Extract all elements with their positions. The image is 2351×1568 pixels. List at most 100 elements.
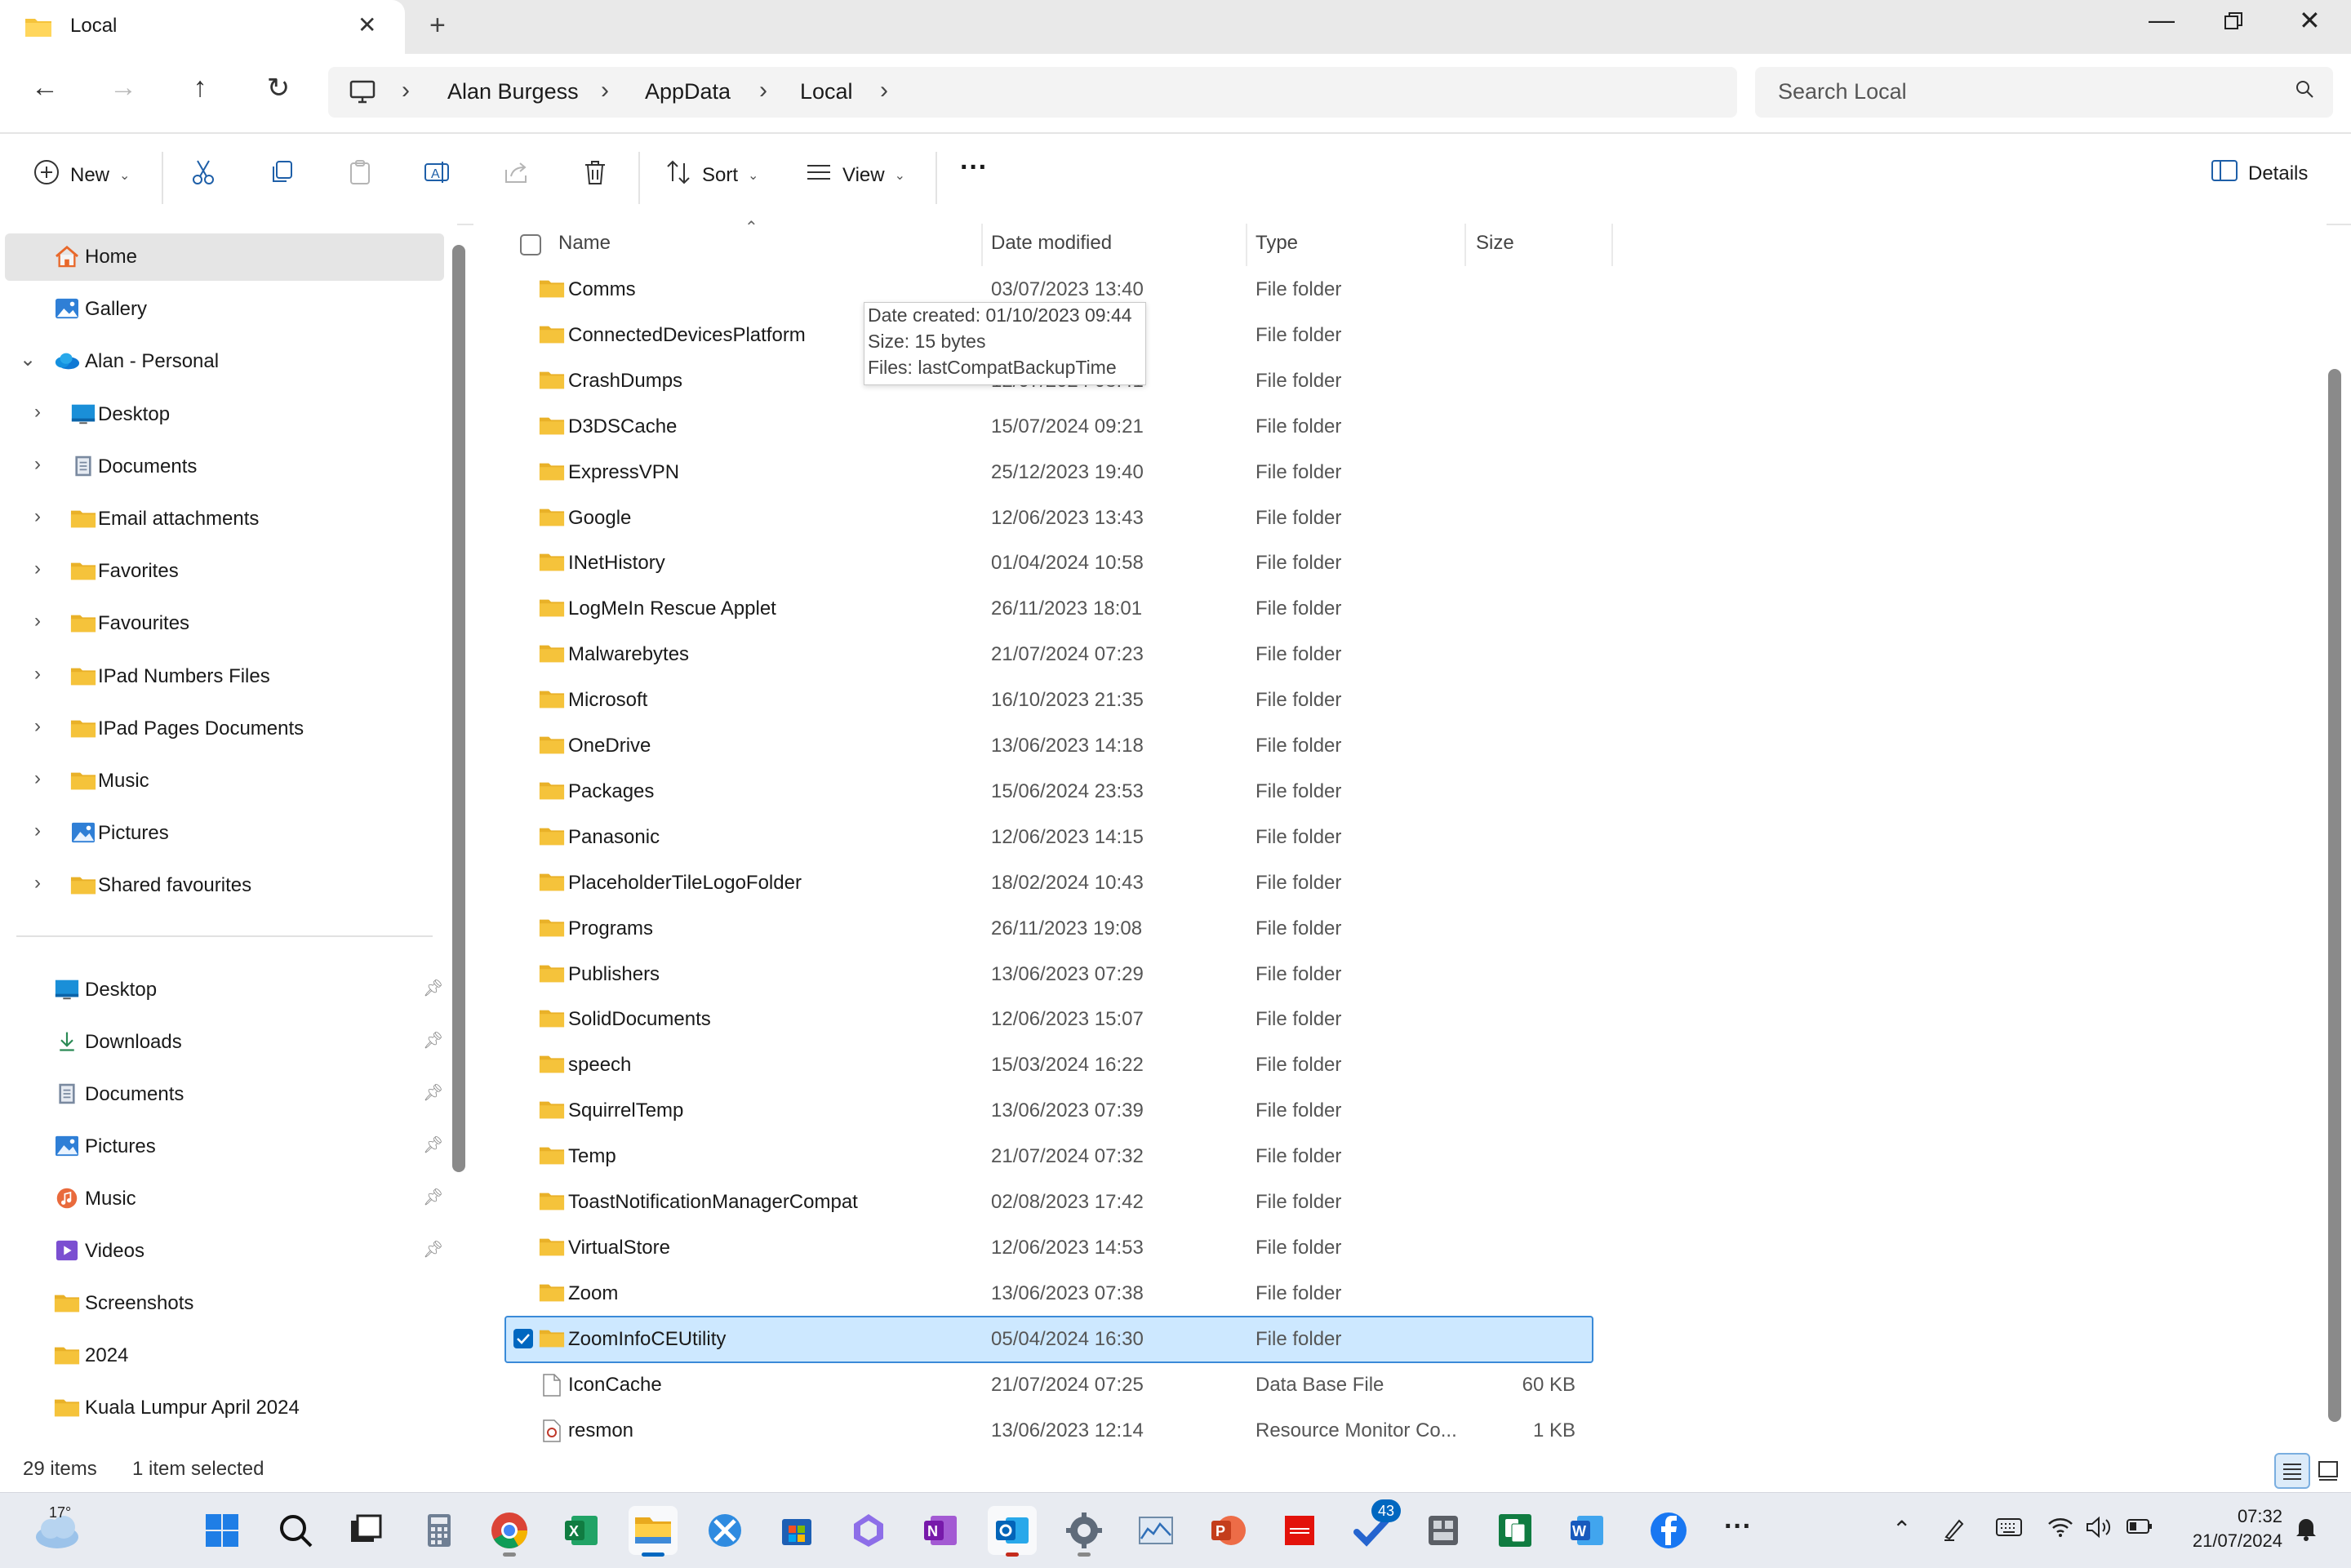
wifi-icon[interactable]	[2047, 1516, 2073, 1544]
column-divider[interactable]	[1464, 224, 1466, 266]
notification-bell-icon[interactable]	[2294, 1516, 2318, 1548]
pin-icon[interactable]: 📌︎	[423, 1082, 443, 1103]
battery-icon[interactable]	[2126, 1516, 2153, 1542]
sidebar-item-documents[interactable]: › Documents	[5, 443, 444, 491]
quick-access-kuala-lumpur-april-2024[interactable]: Kuala Lumpur April 2024	[5, 1384, 444, 1432]
more-apps-button[interactable]: ···	[1716, 1506, 1765, 1555]
chevron-right-icon[interactable]: ›	[34, 505, 41, 528]
file-row[interactable]: Programs 26/11/2023 19:08 File folder	[506, 907, 1592, 951]
forward-button[interactable]: →	[103, 72, 144, 104]
row-checkbox-checked[interactable]	[513, 1328, 534, 1353]
copy-button[interactable]	[268, 158, 296, 186]
file-row[interactable]: INetHistory 01/04/2024 10:58 File folder	[506, 541, 1592, 585]
pin-icon[interactable]: 📌︎	[423, 978, 443, 998]
quick-access-videos[interactable]: Videos 📌︎	[5, 1228, 444, 1275]
up-button[interactable]: ↑	[180, 72, 220, 104]
back-button[interactable]: ←	[24, 72, 65, 104]
sidebar-item-favourites[interactable]: › Favourites	[5, 600, 444, 647]
select-all-checkbox[interactable]	[519, 233, 542, 260]
keyboard-icon[interactable]	[1995, 1516, 2023, 1544]
file-row[interactable]: IconCache 21/07/2024 07:25 Data Base File 6…	[506, 1363, 1592, 1407]
column-header-date[interactable]: Date modified	[991, 232, 1112, 255]
close-tab-icon[interactable]: ✕	[358, 11, 376, 38]
pin-icon[interactable]: 📌︎	[423, 1239, 443, 1259]
quick-access-documents[interactable]: Documents 📌︎	[5, 1071, 444, 1118]
chevron-right-icon[interactable]: ›	[34, 820, 41, 842]
rename-button[interactable]: A	[423, 158, 451, 186]
chevron-right-icon[interactable]: ›	[34, 453, 41, 476]
outlook-app[interactable]	[988, 1506, 1037, 1557]
settings-app[interactable]	[1060, 1506, 1109, 1557]
quick-access-downloads[interactable]: Downloads 📌︎	[5, 1019, 444, 1066]
file-list-scrollbar[interactable]	[2328, 369, 2341, 1422]
computer-icon[interactable]	[349, 80, 376, 109]
virtual-machine-app[interactable]	[1419, 1506, 1468, 1555]
file-row[interactable]: Google 12/06/2023 13:43 File folder	[506, 496, 1592, 540]
sidebar-item-gallery[interactable]: Gallery	[5, 286, 444, 333]
breadcrumb-separator-icon[interactable]: ›	[402, 77, 410, 104]
quick-access-screenshots[interactable]: Screenshots	[5, 1280, 444, 1327]
quick-access-pictures[interactable]: Pictures 📌︎	[5, 1123, 444, 1170]
file-row[interactable]: SquirrelTemp 13/06/2023 07:39 File folder	[506, 1089, 1592, 1133]
sidebar-item-ipad-pages-documents[interactable]: › IPad Pages Documents	[5, 705, 444, 753]
file-row[interactable]: Packages 15/06/2024 23:53 File folder	[506, 770, 1592, 814]
breadcrumb-separator-icon[interactable]: ›	[601, 77, 609, 104]
sidebar-item-music[interactable]: › Music	[5, 757, 444, 805]
chrome-app[interactable]	[485, 1506, 534, 1557]
file-row[interactable]: ZoomInfoCEUtility 05/04/2024 16:30 File fo…	[504, 1315, 1593, 1363]
sidebar-scrollbar[interactable]	[452, 245, 465, 1172]
sidebar-item-home[interactable]: Home	[5, 233, 444, 281]
file-row[interactable]: ToastNotificationManagerCompat 02/08/2023…	[506, 1180, 1592, 1224]
sidebar-item-shared-favourites[interactable]: › Shared favourites	[5, 862, 444, 909]
store-app[interactable]	[772, 1506, 821, 1555]
restore-button[interactable]	[2224, 5, 2243, 38]
chevron-right-icon[interactable]: ›	[34, 872, 41, 895]
chevron-right-icon[interactable]: ›	[34, 767, 41, 790]
weather-widget[interactable]: 17°	[29, 1501, 87, 1562]
view-button[interactable]: View ⌄	[805, 158, 905, 192]
file-row[interactable]: VirtualStore 12/06/2023 14:53 File folder	[506, 1226, 1592, 1270]
facebook-app[interactable]	[1644, 1506, 1693, 1555]
minimize-button[interactable]: —	[2149, 5, 2175, 35]
resource-monitor-app[interactable]	[1131, 1506, 1180, 1555]
file-row[interactable]: Malwarebytes 21/07/2024 07:23 File folder	[506, 633, 1592, 677]
column-header-type[interactable]: Type	[1255, 232, 1298, 255]
tiles-view-toggle[interactable]	[2312, 1455, 2344, 1487]
file-explorer-app[interactable]	[629, 1506, 678, 1557]
more-options-icon[interactable]: ···	[960, 152, 988, 184]
address-bar[interactable]: › Alan Burgess › AppData › Local ›	[328, 67, 1737, 118]
file-row[interactable]: Temp 21/07/2024 07:32 File folder	[506, 1135, 1592, 1179]
quick-access-desktop[interactable]: Desktop 📌︎	[5, 966, 444, 1014]
delete-button[interactable]	[581, 158, 609, 186]
show-hidden-icons-chevron-icon[interactable]: ⌃	[1892, 1516, 1911, 1543]
clock[interactable]: 07:32 21/07/2024	[2168, 1504, 2282, 1553]
tab-local[interactable]: Local ✕	[0, 0, 405, 54]
file-row[interactable]: Publishers 13/06/2023 07:29 File folder	[506, 953, 1592, 997]
breadcrumb-separator-icon[interactable]: ›	[759, 77, 767, 104]
file-row[interactable]: OneDrive 13/06/2023 14:18 File folder	[506, 724, 1592, 768]
breadcrumb-appdata[interactable]: AppData	[645, 79, 731, 104]
chevron-down-icon[interactable]: ⌄	[20, 348, 36, 371]
close-window-button[interactable]: ✕	[2299, 5, 2321, 36]
pin-icon[interactable]: 📌︎	[423, 1135, 443, 1155]
column-divider[interactable]	[1246, 224, 1247, 266]
share-button[interactable]	[503, 158, 531, 186]
snipping-app[interactable]	[700, 1506, 749, 1555]
start-button[interactable]	[198, 1506, 247, 1555]
paste-button[interactable]	[346, 158, 374, 186]
copilot-app[interactable]	[844, 1506, 893, 1555]
onenote-app[interactable]: N	[916, 1506, 965, 1555]
refresh-button[interactable]: ↻	[258, 72, 299, 104]
sidebar-item-pictures[interactable]: › Pictures	[5, 810, 444, 857]
sidebar-item-ipad-numbers-files[interactable]: › IPad Numbers Files	[5, 653, 444, 700]
chevron-right-icon[interactable]: ›	[34, 557, 41, 580]
file-row[interactable]: Microsoft 16/10/2023 21:35 File folder	[506, 678, 1592, 722]
sidebar-item-desktop[interactable]: › Desktop	[5, 391, 444, 438]
file-row[interactable]: ExpressVPN 25/12/2023 19:40 File folder	[506, 451, 1592, 495]
details-button[interactable]: Details	[2211, 158, 2308, 189]
excel-app[interactable]: X	[557, 1506, 606, 1555]
file-row[interactable]: resmon 13/06/2023 12:14 Resource Monitor C…	[506, 1409, 1592, 1453]
details-view-toggle[interactable]	[2274, 1453, 2310, 1489]
word-app[interactable]: W	[1562, 1506, 1611, 1555]
column-header-name[interactable]: Name	[558, 232, 611, 255]
